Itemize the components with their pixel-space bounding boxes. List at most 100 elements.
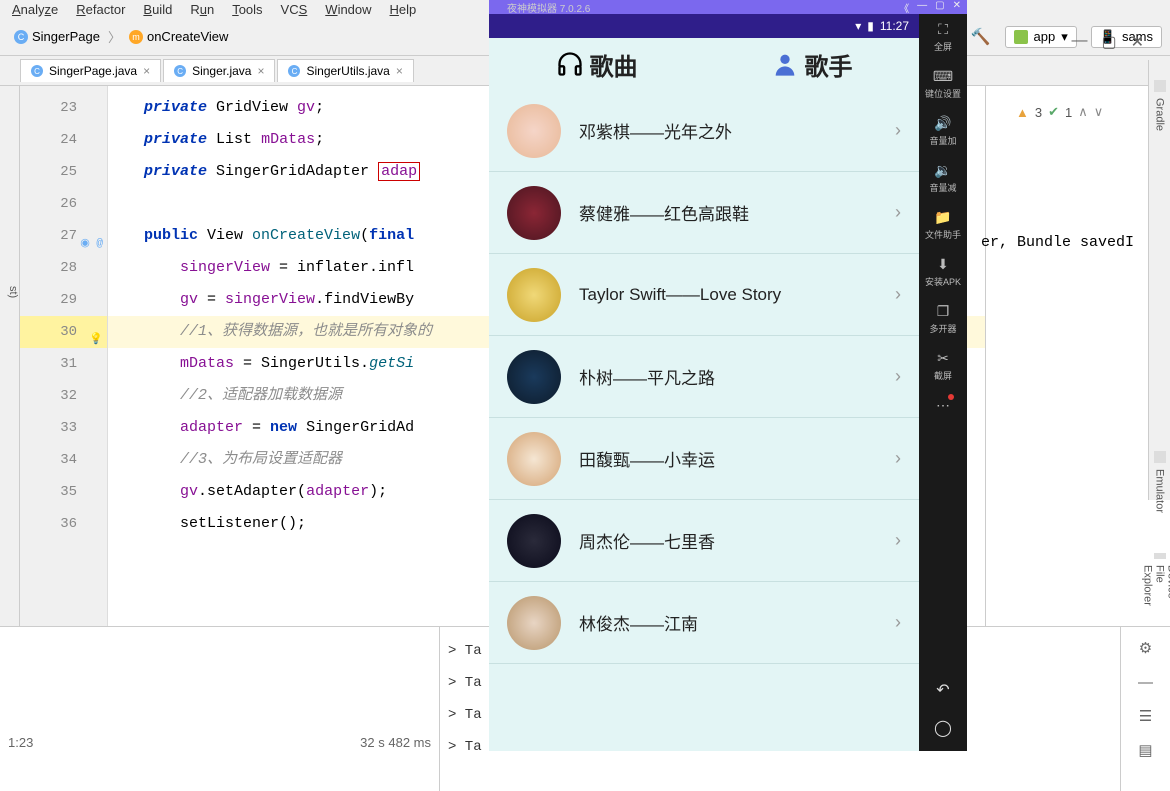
chevron-right-icon: › [895, 612, 901, 633]
side-icon: ⋯ [934, 396, 952, 414]
class-icon: C [174, 65, 186, 77]
emu-side-音量减[interactable]: 🔉音量减 [929, 161, 956, 194]
breadcrumb-method[interactable]: m onCreateView [123, 27, 234, 46]
song-item[interactable]: 朴树——平凡之路 › [489, 336, 919, 418]
warning-icon: ▲ [1016, 105, 1029, 120]
side-icon: 📁 [934, 208, 952, 226]
menu-help[interactable]: Help [390, 2, 417, 17]
battery-icon: ▮ [867, 19, 874, 33]
close-icon[interactable]: × [143, 64, 150, 78]
chevron-right-icon: › [895, 448, 901, 469]
chevron-up-icon[interactable]: ∧ [1078, 104, 1088, 120]
avatar [507, 432, 561, 486]
side-icon: 🔊 [934, 114, 952, 132]
class-icon: C [288, 65, 300, 77]
tool-gradle[interactable]: Gradle [1154, 80, 1166, 131]
breadcrumb-class-label: SingerPage [32, 29, 100, 44]
menu-analyze[interactable]: Analyze [12, 2, 58, 17]
menu-window[interactable]: Window [325, 2, 371, 17]
nav-home-icon[interactable]: ◯ [928, 713, 958, 743]
emu-close-icon[interactable]: ✕ [953, 0, 961, 15]
side-label: 文件助手 [925, 228, 961, 241]
tab-songs[interactable]: 歌曲 [489, 38, 704, 90]
tab-singers-label: 歌手 [805, 47, 853, 82]
song-list[interactable]: 邓紫棋——光年之外 › 蔡健雅——红色高跟鞋 › Taylor Swift——L… [489, 90, 919, 751]
tab-singers[interactable]: 歌手 [704, 38, 919, 90]
headphones-icon [556, 50, 584, 78]
song-title: 田馥甄——小幸运 [579, 446, 895, 471]
avatar [507, 350, 561, 404]
song-item[interactable]: 田馥甄——小幸运 › [489, 418, 919, 500]
avatar [507, 104, 561, 158]
right-tool-strip: Gradle Emulator Device File Explorer [1148, 60, 1170, 500]
close-icon[interactable]: × [396, 64, 403, 78]
song-item[interactable]: 蔡健雅——红色高跟鞋 › [489, 172, 919, 254]
song-item[interactable]: 邓紫棋——光年之外 › [489, 90, 919, 172]
emu-minimize-icon[interactable]: — [917, 0, 927, 15]
minimize-icon[interactable]: — [1135, 671, 1157, 693]
emu-minimize-icon[interactable]: 《 [899, 0, 909, 15]
window-close-icon[interactable]: ✕ [1131, 32, 1144, 52]
tab-singer[interactable]: C Singer.java × [163, 59, 275, 82]
window-max-icon[interactable]: ▢ [1101, 32, 1116, 52]
side-label: 安装APK [925, 275, 961, 288]
emu-side-多开器[interactable]: ❐多开器 [929, 302, 956, 335]
inspection-widget[interactable]: ▲ 3 ✔ 1 ∧ ∨ [1016, 104, 1103, 120]
emu-maximize-icon[interactable]: ▢ [935, 0, 944, 15]
build-time: 1:23 [8, 735, 33, 750]
left-tool-strip[interactable]: st) [0, 86, 20, 626]
gear-icon[interactable]: ⚙ [1135, 637, 1157, 659]
song-title: Taylor Swift——Love Story [579, 285, 895, 305]
app-tabs: 歌曲 歌手 [489, 38, 919, 90]
wifi-icon: ▾ [855, 19, 861, 33]
status-time: 11:27 [880, 19, 909, 33]
emu-side-more[interactable]: ⋯ [934, 396, 952, 414]
tool-emulator[interactable]: Emulator [1154, 451, 1166, 513]
emu-side-文件助手[interactable]: 📁 文件助手 [925, 208, 961, 241]
layout-icon-1[interactable]: ☰ [1135, 705, 1157, 727]
menu-build[interactable]: Build [143, 2, 172, 17]
gutter: 2324252627◉ @282930💡313233343536 [20, 86, 108, 626]
person-icon [771, 50, 799, 78]
side-label: 截屏 [934, 369, 952, 382]
emulator-titlebar[interactable]: 夜神模拟器 7.0.2.6 《 — ▢ ✕ [489, 0, 967, 14]
right-gutter-panel: ▲ 3 ✔ 1 ∧ ∨ er, Bundle savedI [985, 86, 1170, 626]
song-title: 周杰伦——七里香 [579, 528, 895, 553]
song-title: 邓紫棋——光年之外 [579, 118, 895, 143]
chevron-right-icon: › [895, 202, 901, 223]
side-icon: ⬇ [934, 255, 952, 273]
menu-run[interactable]: Run [190, 2, 214, 17]
breadcrumb-class[interactable]: C SingerPage [8, 27, 106, 46]
emulator-title: 夜神模拟器 7.0.2.6 [507, 0, 590, 15]
song-item[interactable]: 周杰伦——七里香 › [489, 500, 919, 582]
menu-vcs[interactable]: VCS [281, 2, 308, 17]
nav-back-icon[interactable]: ↶ [928, 675, 958, 705]
close-icon[interactable]: × [257, 64, 264, 78]
emulator-window: 夜神模拟器 7.0.2.6 《 — ▢ ✕ ▾ ▮ 11:27 歌曲 歌手 邓紫… [489, 0, 967, 751]
menu-tools[interactable]: Tools [232, 2, 262, 17]
tab-singerpage[interactable]: C SingerPage.java × [20, 59, 161, 82]
song-item[interactable]: 林俊杰——江南 › [489, 582, 919, 664]
chevron-right-icon: › [895, 284, 901, 305]
emu-side-全屏[interactable]: ⛶全屏 [934, 20, 952, 53]
layout-icon-2[interactable]: ▤ [1135, 739, 1157, 761]
android-icon [1014, 30, 1028, 44]
window-min-icon[interactable]: — [1071, 32, 1087, 52]
song-item[interactable]: Taylor Swift——Love Story › [489, 254, 919, 336]
menu-refactor[interactable]: Refactor [76, 2, 125, 17]
warning-count: 3 [1035, 105, 1042, 120]
side-icon: ❐ [934, 302, 952, 320]
tab-songs-label: 歌曲 [590, 47, 638, 82]
build-icon[interactable]: 🔨 [971, 27, 991, 47]
chevron-down-icon: ▾ [1061, 29, 1068, 45]
emu-side-安装APK[interactable]: ⬇ 安装APK [925, 255, 961, 288]
tab-singerutils[interactable]: C SingerUtils.java × [277, 59, 413, 82]
run-config-dropdown[interactable]: app ▾ [1005, 26, 1077, 48]
emu-side-键位设置[interactable]: ⌨键位设置 [925, 67, 961, 100]
tool-device-file-explorer[interactable]: Device File Explorer [1142, 553, 1170, 612]
chevron-down-icon[interactable]: ∨ [1094, 104, 1104, 120]
chevron-right-icon: › [895, 366, 901, 387]
emu-side-音量加[interactable]: 🔊音量加 [929, 114, 956, 147]
side-label: 全屏 [934, 40, 952, 53]
emu-side-截屏[interactable]: ✂截屏 [934, 349, 952, 382]
